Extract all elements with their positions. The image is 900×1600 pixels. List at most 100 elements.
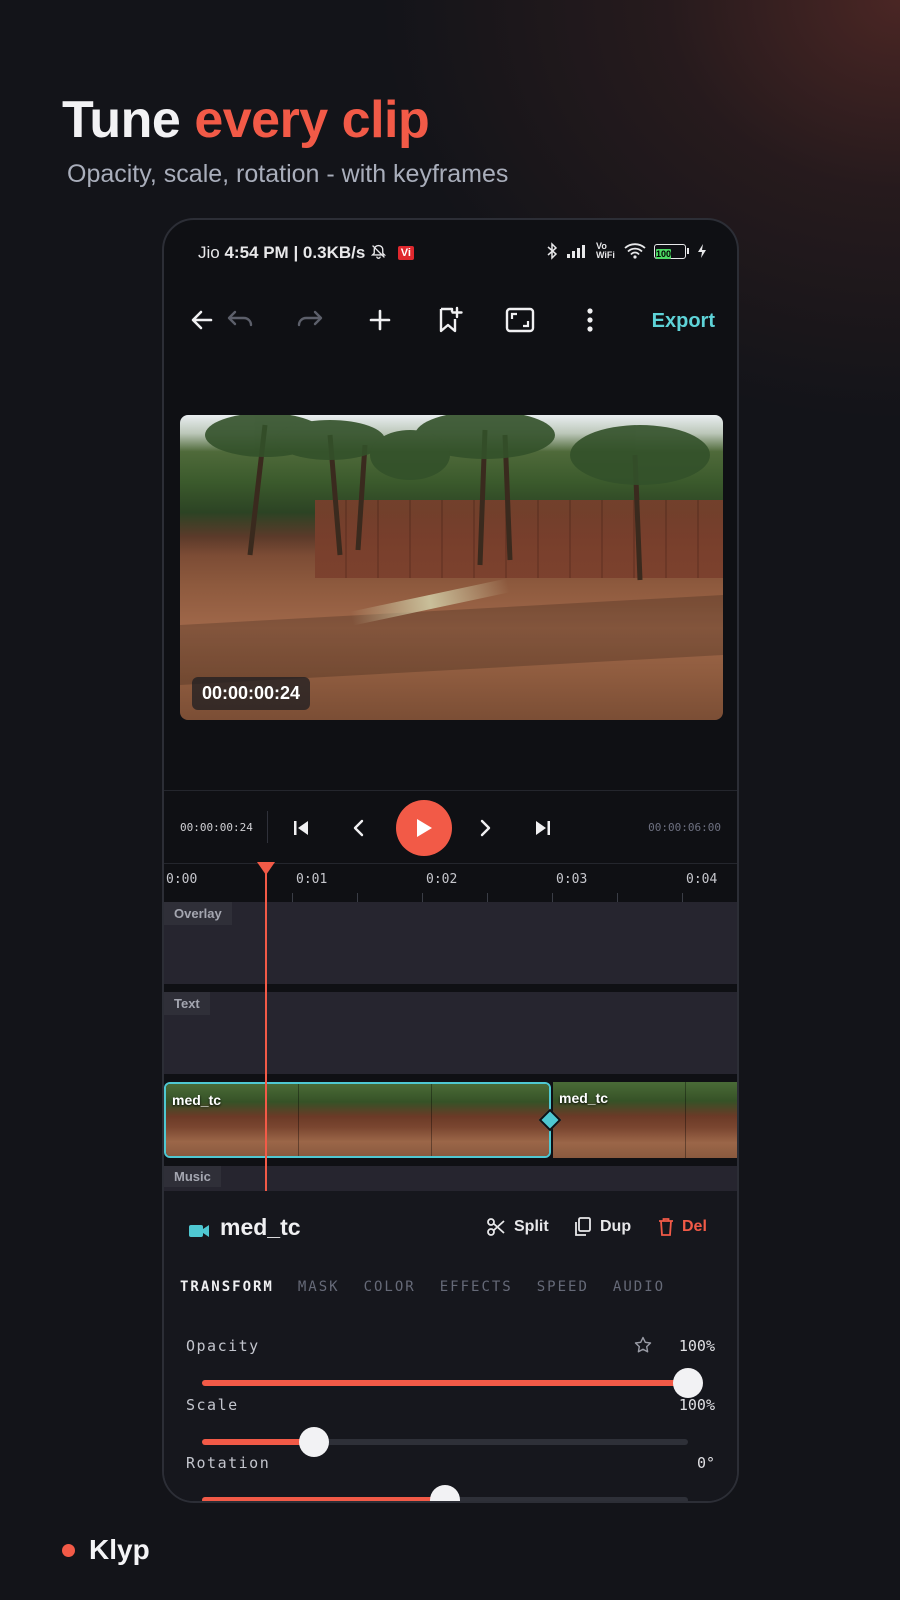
current-time: 00:00:00:24 bbox=[180, 821, 253, 834]
ruler-tick bbox=[682, 893, 683, 902]
wifi-icon bbox=[624, 243, 646, 259]
duplicate-button[interactable]: Dup bbox=[574, 1217, 631, 1237]
status-bar: Jio 4:54 PM | 0.3KB/s Vi Vo WiFi 100 bbox=[164, 220, 737, 284]
tab-mask[interactable]: MASK bbox=[298, 1279, 340, 1295]
text-track[interactable]: Text bbox=[164, 992, 737, 1074]
brand-logo: Klyp bbox=[62, 1534, 150, 1566]
ruler-label: 0:02 bbox=[426, 872, 458, 887]
total-duration: 00:00:06:00 bbox=[648, 821, 721, 834]
play-button[interactable] bbox=[396, 800, 452, 856]
battery-level: 100 bbox=[656, 248, 672, 259]
text-track-label: Text bbox=[164, 992, 210, 1015]
playhead[interactable] bbox=[265, 868, 267, 1191]
keyframe-star-icon[interactable] bbox=[634, 1336, 652, 1354]
video-camera-icon bbox=[189, 1225, 209, 1237]
status-right: Vo WiFi 100 bbox=[546, 242, 707, 260]
back-button[interactable] bbox=[182, 300, 222, 340]
add-marker-button[interactable] bbox=[430, 300, 470, 340]
video-preview[interactable]: 00:00:00:24 bbox=[180, 415, 723, 720]
ruler-tick bbox=[422, 893, 423, 902]
overlay-track[interactable]: Overlay bbox=[164, 902, 737, 984]
selected-video-clip[interactable]: med_tc bbox=[164, 1082, 551, 1158]
phone-frame: Jio 4:54 PM | 0.3KB/s Vi Vo WiFi 100 Exp… bbox=[162, 218, 739, 1503]
headline-part2: every clip bbox=[194, 91, 430, 149]
tab-effects[interactable]: EFFECTS bbox=[440, 1279, 513, 1295]
plus-icon bbox=[369, 309, 391, 331]
split-button[interactable]: Split bbox=[486, 1217, 549, 1237]
timeline-ruler[interactable]: 0:00 0:01 0:02 0:03 0:04 bbox=[164, 865, 737, 902]
net-speed: | 0.3KB/s bbox=[293, 243, 366, 262]
video-clip[interactable]: med_tc bbox=[553, 1082, 737, 1158]
status-left: Jio 4:54 PM | 0.3KB/s Vi bbox=[198, 243, 414, 263]
next-frame-button[interactable] bbox=[470, 813, 500, 843]
battery-icon: 100 bbox=[654, 243, 689, 259]
brand-dot bbox=[62, 1543, 75, 1557]
trash-icon bbox=[659, 1218, 673, 1236]
carrier: Jio bbox=[198, 243, 220, 262]
scale-value: 100% bbox=[678, 1396, 715, 1414]
opacity-slider[interactable] bbox=[202, 1368, 703, 1398]
subheadline: Opacity, scale, rotation - with keyframe… bbox=[67, 160, 509, 188]
preview-trees bbox=[180, 415, 723, 685]
add-media-button[interactable] bbox=[360, 300, 400, 340]
slider-fill bbox=[202, 1497, 445, 1501]
split-label: Split bbox=[514, 1218, 549, 1235]
ruler-label: 0:00 bbox=[166, 872, 198, 887]
music-track-label: Music bbox=[164, 1166, 221, 1187]
previous-frame-button[interactable] bbox=[344, 813, 374, 843]
overlay-track-label: Overlay bbox=[164, 902, 232, 925]
ruler-tick bbox=[292, 893, 293, 902]
playhead-handle[interactable] bbox=[257, 862, 275, 875]
headline-part1: Tune bbox=[62, 91, 181, 149]
copy-icon bbox=[575, 1217, 591, 1236]
delete-label: Del bbox=[682, 1218, 707, 1235]
chevron-left-icon bbox=[353, 819, 364, 837]
undo-icon bbox=[227, 310, 253, 327]
vi-badge: Vi bbox=[397, 246, 414, 260]
ruler-tick bbox=[357, 893, 358, 902]
arrow-left-icon bbox=[191, 310, 213, 330]
aspect-ratio-icon bbox=[505, 307, 535, 333]
skip-to-end-button[interactable] bbox=[528, 813, 558, 843]
headline: Tune every clip bbox=[62, 90, 430, 150]
tab-color[interactable]: COLOR bbox=[364, 1279, 416, 1295]
editor-toolbar: Export bbox=[164, 284, 737, 364]
chevron-right-icon bbox=[480, 819, 491, 837]
clip-name: med_tc bbox=[559, 1090, 609, 1106]
skip-to-start-button[interactable] bbox=[286, 813, 316, 843]
music-track[interactable]: Music bbox=[164, 1166, 737, 1191]
play-icon bbox=[417, 819, 432, 837]
slider-fill bbox=[202, 1380, 688, 1386]
scale-slider[interactable] bbox=[202, 1427, 688, 1457]
skip-start-icon bbox=[294, 821, 308, 835]
slider-thumb[interactable] bbox=[298, 1427, 329, 1457]
aspect-ratio-button[interactable] bbox=[500, 300, 540, 340]
slider-fill bbox=[202, 1439, 314, 1445]
scale-label: Scale bbox=[186, 1396, 239, 1414]
clock: 4:54 PM bbox=[224, 243, 289, 262]
delete-button[interactable]: Del bbox=[658, 1217, 707, 1237]
slider-thumb[interactable] bbox=[673, 1368, 703, 1398]
slider-thumb[interactable] bbox=[430, 1485, 460, 1501]
opacity-value: 100% bbox=[678, 1337, 715, 1355]
bookmark-add-icon bbox=[439, 306, 463, 333]
ruler-tick bbox=[487, 893, 488, 902]
bluetooth-icon bbox=[547, 242, 558, 260]
rotation-slider[interactable] bbox=[202, 1485, 688, 1501]
tab-transform[interactable]: TRANSFORM bbox=[180, 1279, 274, 1295]
ruler-tick bbox=[552, 893, 553, 902]
transport-bar: 00:00:00:24 00:00:06:00 bbox=[164, 790, 737, 864]
ruler-tick bbox=[617, 893, 618, 902]
export-button[interactable]: Export bbox=[652, 310, 715, 333]
preview-timecode: 00:00:00:24 bbox=[192, 677, 311, 710]
vowifi-label: Vo WiFi bbox=[596, 241, 615, 260]
redo-icon bbox=[297, 310, 323, 327]
undo-button[interactable] bbox=[220, 300, 260, 340]
tab-audio[interactable]: AUDIO bbox=[613, 1279, 665, 1295]
property-tabs: TRANSFORM MASK COLOR EFFECTS SPEED AUDIO bbox=[180, 1279, 665, 1295]
redo-button[interactable] bbox=[290, 300, 330, 340]
more-options-button[interactable] bbox=[570, 300, 610, 340]
skip-end-icon bbox=[536, 821, 550, 835]
clip-properties-panel: med_tc Split Dup Del TRANSFORM MASK COLO… bbox=[164, 1191, 737, 1501]
tab-speed[interactable]: SPEED bbox=[537, 1279, 589, 1295]
